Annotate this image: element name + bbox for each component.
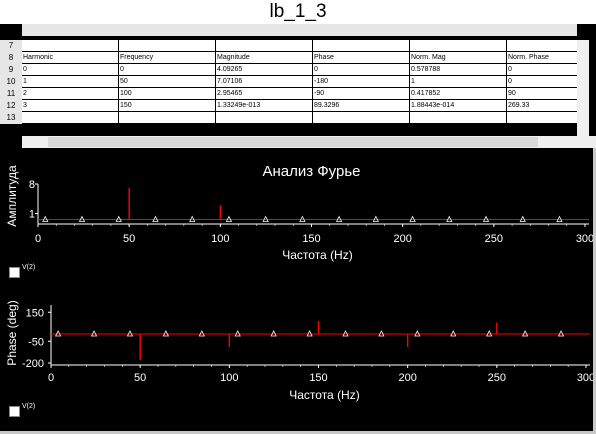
table-cell[interactable]: 90	[507, 88, 577, 99]
y-tick-label: 150	[26, 307, 44, 319]
y-tick-label: 8	[29, 179, 35, 191]
table-cell[interactable]	[22, 40, 118, 51]
table-cell[interactable]	[216, 112, 312, 123]
table-cell[interactable]	[313, 40, 409, 51]
table-cell[interactable]: 150	[119, 100, 215, 111]
table-cell[interactable]: 1.88443e-014	[410, 100, 506, 111]
row-number[interactable]: 12	[0, 100, 22, 112]
table-header-cell[interactable]: Frequency	[119, 52, 215, 63]
table-cell[interactable]: 0	[313, 64, 409, 75]
table-cell[interactable]: 1	[22, 76, 118, 87]
table-cell[interactable]	[313, 112, 409, 123]
legend-checkbox-amplitude[interactable]	[9, 267, 20, 278]
table-header-cell[interactable]: Norm. Phase	[507, 52, 577, 63]
table-header-cell[interactable]: Norm. Mag	[410, 52, 506, 63]
table-cell[interactable]: 0	[507, 64, 577, 75]
table-cell[interactable]	[410, 112, 506, 123]
sheet-vertical-scrollbar[interactable]	[577, 40, 589, 136]
x-tick-label: 0	[35, 233, 41, 245]
table-header-cell[interactable]: Harmonic	[22, 52, 118, 63]
table-header-cell[interactable]: Magnitude	[216, 52, 312, 63]
table-cell[interactable]	[216, 40, 312, 51]
x-tick-label: 250	[488, 372, 506, 384]
table-cell[interactable]: 0	[22, 64, 118, 75]
x-axis-label: Частота (Hz)	[289, 388, 359, 402]
column-header-cell[interactable]	[119, 26, 215, 36]
y-tick-label: 1	[29, 209, 35, 221]
x-tick-label: 100	[211, 233, 229, 245]
column-header-cell[interactable]	[507, 26, 577, 36]
x-tick-label: 200	[398, 372, 416, 384]
table-cell[interactable]	[410, 40, 506, 51]
table-cell[interactable]: 50	[119, 76, 215, 87]
x-tick-label: 100	[220, 372, 238, 384]
x-tick-label: 250	[485, 233, 503, 245]
row-number[interactable]: 11	[0, 88, 22, 100]
table-cell[interactable]	[507, 112, 577, 123]
x-tick-label: 50	[134, 372, 146, 384]
chart-title: Анализ Фурье	[262, 163, 360, 180]
row-number[interactable]: 10	[0, 76, 22, 88]
column-header-cell[interactable]	[313, 26, 409, 36]
table-cell[interactable]	[507, 40, 577, 51]
x-tick-label: 150	[309, 372, 327, 384]
table-cell[interactable]: 0	[507, 76, 577, 87]
table-cell[interactable]: 4.09265	[216, 64, 312, 75]
table-cell[interactable]: 7.07106	[216, 76, 312, 87]
window-title: lb_1_3	[0, 0, 596, 24]
column-header-cell[interactable]	[22, 26, 118, 36]
table-cell[interactable]: 1	[410, 76, 506, 87]
table-cell[interactable]: 0.578788	[410, 64, 506, 75]
y-axis-label: Амплитуда	[5, 165, 19, 227]
amplitude-chart: Анализ Фурье 0 50 100 150 200 250 300 8 1 Частота …	[5, 163, 594, 262]
legend-label-phase: V(2)	[22, 403, 36, 410]
table-cell[interactable]: -180	[313, 76, 409, 87]
table-cell[interactable]: 269.33	[507, 100, 577, 111]
table-cell[interactable]: 0.417852	[410, 88, 506, 99]
table-cell[interactable]	[119, 112, 215, 123]
table-cell[interactable]: 1.33249e-013	[216, 100, 312, 111]
y-axis-label: Phase (deg)	[5, 300, 19, 365]
sheet-scroll-thumb[interactable]	[48, 137, 538, 147]
column-header-cell[interactable]	[410, 26, 506, 36]
x-tick-label: 200	[393, 233, 411, 245]
x-tick-label: 300	[576, 233, 594, 245]
table-header-cell[interactable]: Phase	[313, 52, 409, 63]
legend-checkbox-phase[interactable]	[9, 406, 20, 417]
legend-label-amplitude: V(2)	[22, 264, 36, 271]
spreadsheet[interactable]: 7 8 9 10 11 12 13 Harmonic Frequency Magnitude Pha…	[0, 24, 596, 148]
table-cell[interactable]	[22, 112, 118, 123]
x-tick-label: 150	[302, 233, 320, 245]
x-axis-label: Частота (Hz)	[282, 248, 352, 262]
x-tick-label: 0	[48, 372, 54, 384]
table-cell[interactable]: 2.95465	[216, 88, 312, 99]
table-cell[interactable]: 3	[22, 100, 118, 111]
y-tick-label: -50	[28, 336, 44, 348]
table-cell[interactable]	[119, 40, 215, 51]
table-cell[interactable]: -90	[313, 88, 409, 99]
row-number[interactable]: 8	[0, 52, 22, 64]
table-cell[interactable]: 89.3296	[313, 100, 409, 111]
table-cell[interactable]: 100	[119, 88, 215, 99]
y-tick-label: -200	[22, 358, 44, 370]
phase-chart: 0 50 100 150 200 250 300150-50-200Частота (Hz)…	[5, 300, 595, 402]
x-tick-label: 50	[123, 233, 135, 245]
row-number[interactable]: 9	[0, 64, 22, 76]
table-cell[interactable]: 0	[119, 64, 215, 75]
row-number[interactable]: 7	[0, 40, 22, 52]
column-header-cell[interactable]	[216, 26, 312, 36]
row-number[interactable]: 13	[0, 112, 22, 124]
table-cell[interactable]: 2	[22, 88, 118, 99]
